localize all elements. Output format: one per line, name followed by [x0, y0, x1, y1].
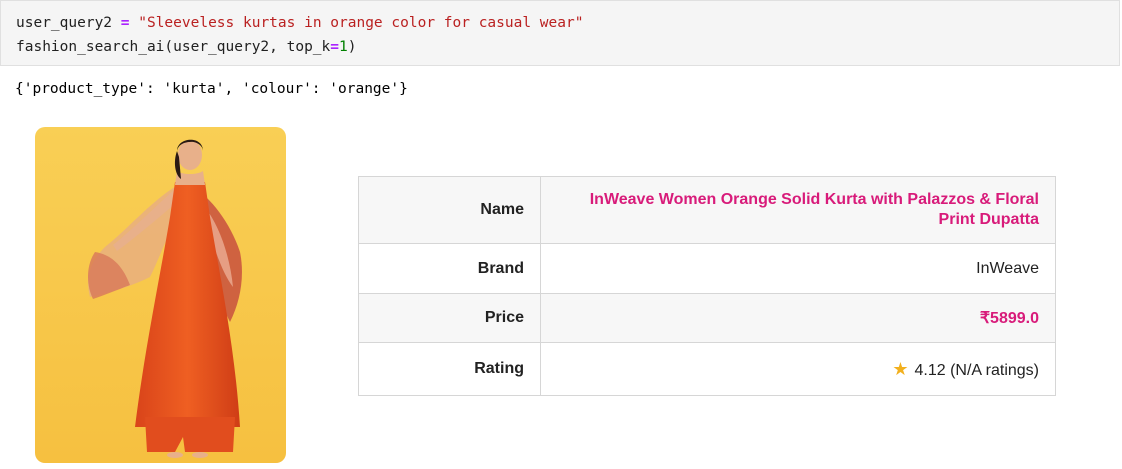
rating-cell: ★ 4.12 (N/A ratings): [540, 342, 1056, 396]
table-row: Price ₹5899.0: [358, 293, 1056, 343]
star-icon: ★: [892, 358, 909, 379]
code-number: 1: [339, 39, 348, 55]
rating-value: 4.12 (N/A ratings): [914, 361, 1040, 379]
code-line-1: user_query2 = "Sleeveless kurtas in oran…: [16, 13, 583, 33]
brand-value: InWeave: [540, 243, 1056, 294]
code-operator: =: [330, 39, 340, 55]
code-operator: =: [120, 15, 130, 31]
product-details-table: Name InWeave Women Orange Solid Kurta wi…: [358, 176, 1056, 396]
code-cell[interactable]: user_query2 = "Sleeveless kurtas in oran…: [0, 0, 1120, 66]
table-row: Brand InWeave: [358, 243, 1056, 294]
rating-label: Rating: [358, 342, 541, 396]
product-image: [35, 127, 286, 463]
code-line-2: fashion_search_ai(user_query2, top_k=1): [16, 37, 356, 57]
name-label: Name: [358, 176, 541, 244]
price-cell: ₹5899.0: [540, 293, 1056, 343]
price-value: ₹5899.0: [979, 310, 1039, 327]
code-variable: user_query2: [16, 15, 113, 31]
cell-output: {'product_type': 'kurta', 'colour': 'ora…: [15, 81, 408, 97]
brand-label: Brand: [358, 243, 541, 294]
price-label: Price: [358, 293, 541, 343]
name-cell: InWeave Women Orange Solid Kurta with Pa…: [540, 176, 1056, 244]
code-string: "Sleeveless kurtas in orange color for c…: [138, 15, 584, 31]
table-row: Name InWeave Women Orange Solid Kurta wi…: [358, 176, 1056, 244]
code-paren: ): [347, 39, 357, 55]
product-name: InWeave Women Orange Solid Kurta with Pa…: [589, 191, 1039, 228]
code-function-call: fashion_search_ai(user_query2, top_k: [16, 39, 331, 55]
table-row: Rating ★ 4.12 (N/A ratings): [358, 342, 1056, 396]
